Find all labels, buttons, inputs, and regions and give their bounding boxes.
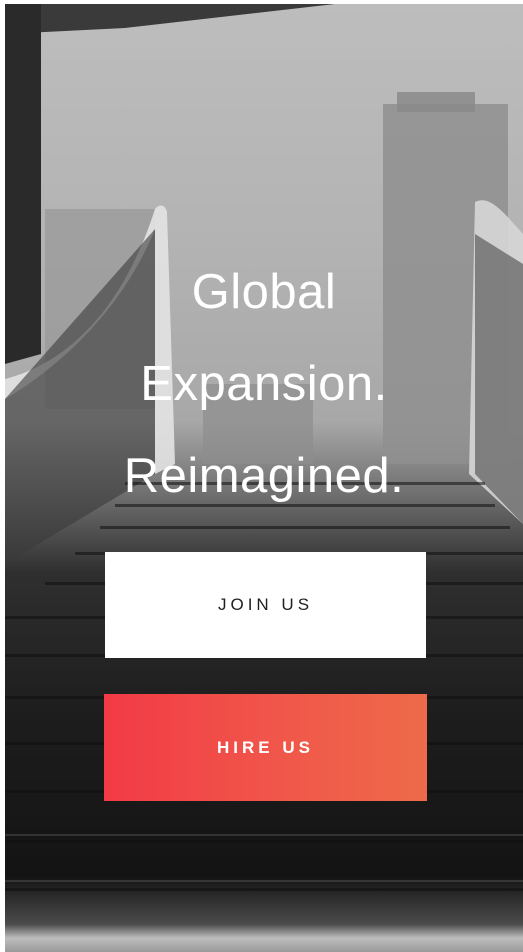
- hero-headline: Global Expansion. Reimagined.: [5, 246, 523, 522]
- hire-us-button[interactable]: HIRE US: [104, 694, 427, 801]
- hero-section: Global Expansion. Reimagined. JOIN US HI…: [5, 4, 523, 952]
- join-us-button[interactable]: JOIN US: [105, 552, 426, 658]
- join-us-label: JOIN US: [217, 595, 314, 614]
- hire-us-label: HIRE US: [217, 737, 314, 757]
- bottom-floor-strip: [5, 924, 523, 952]
- headline-line-2: Expansion.: [140, 357, 388, 411]
- headline-line-3: Reimagined.: [123, 449, 405, 503]
- headline-line-1: Global: [191, 265, 337, 319]
